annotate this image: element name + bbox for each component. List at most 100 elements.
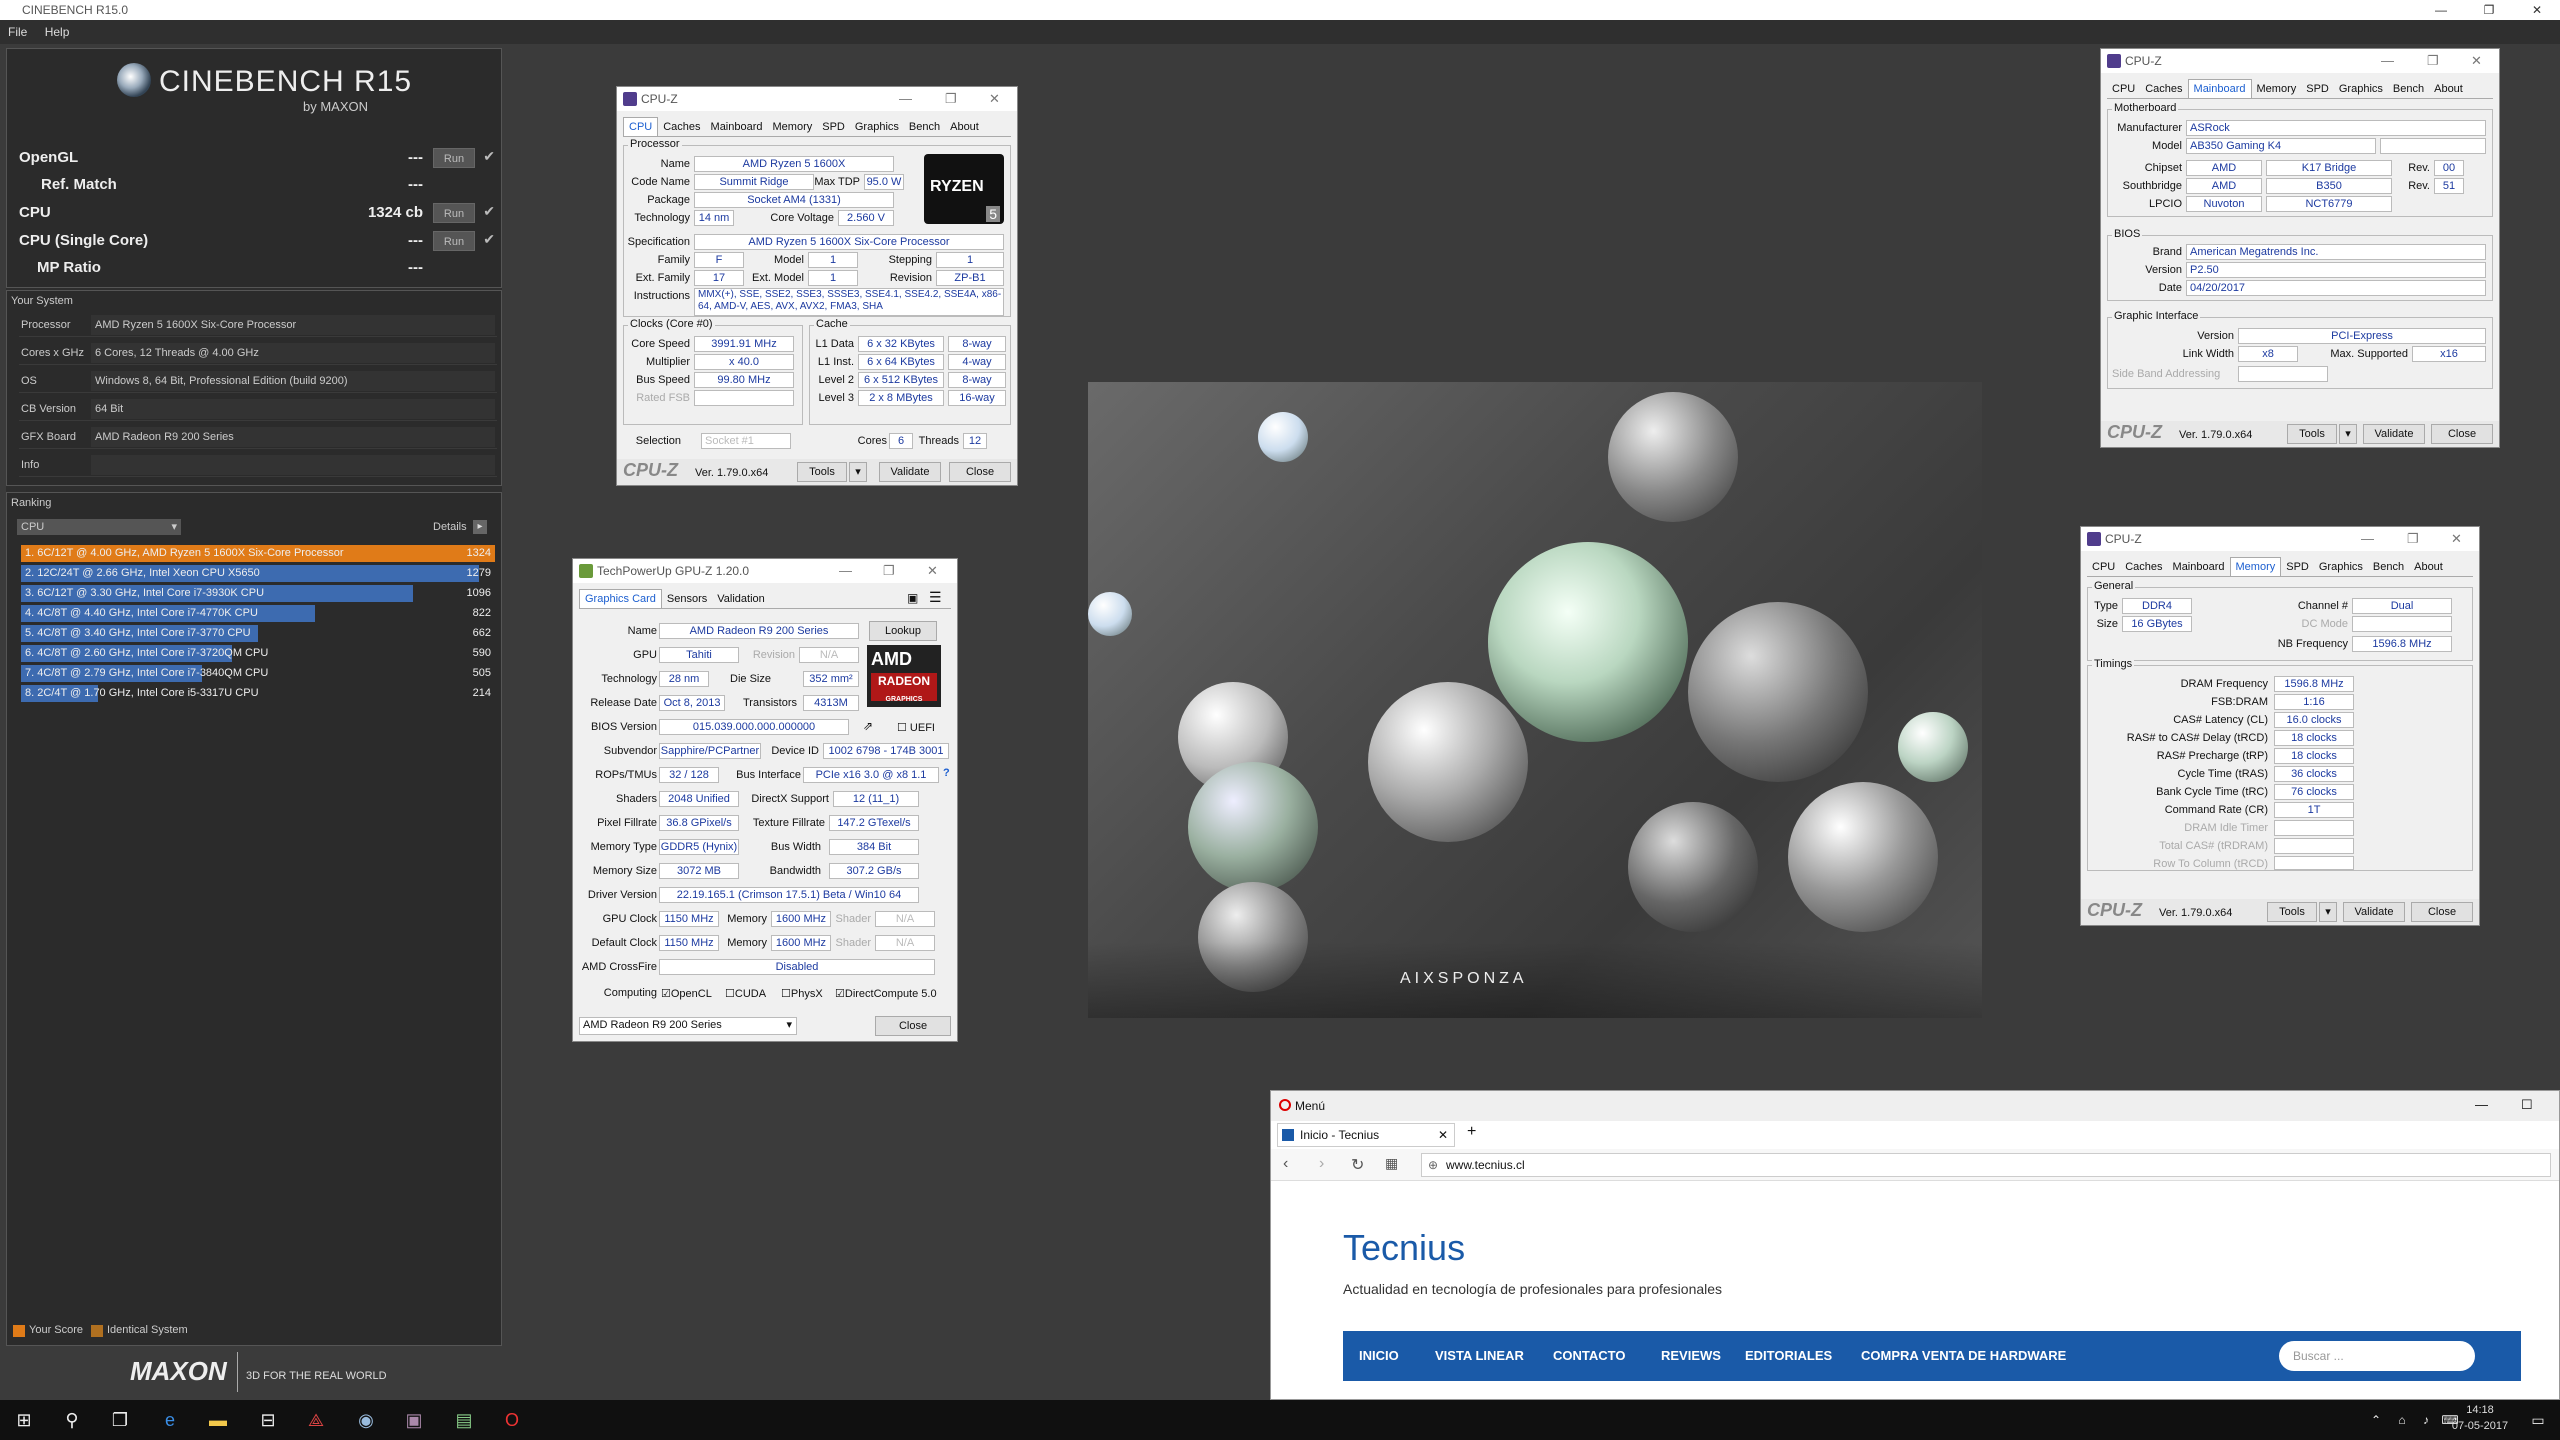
minimize-button[interactable]: — bbox=[2475, 1097, 2488, 1112]
nav-editoriales[interactable]: EDITORIALES bbox=[1745, 1348, 1832, 1363]
search-icon[interactable]: ⚲ bbox=[60, 1408, 84, 1432]
socket-select[interactable]: Socket #1 bbox=[701, 433, 791, 449]
task-view-icon[interactable]: ❐ bbox=[108, 1408, 132, 1432]
minimize-button[interactable]: — bbox=[839, 559, 852, 583]
opencl-checkbox[interactable]: ☑OpenCL bbox=[661, 987, 712, 1000]
tab-bench[interactable]: Bench bbox=[2388, 80, 2429, 98]
back-icon[interactable]: ‹ bbox=[1283, 1155, 1288, 1173]
tab-cpu[interactable]: CPU bbox=[2087, 558, 2120, 576]
tab-cpu[interactable]: CPU bbox=[2107, 80, 2140, 98]
ranking-item[interactable]: 8. 2C/4T @ 1.70 GHz, Intel Core i5-3317U… bbox=[21, 685, 495, 702]
tab-graphics[interactable]: Graphics bbox=[850, 118, 904, 136]
directcompute-checkbox[interactable]: ☑DirectCompute 5.0 bbox=[835, 987, 937, 1000]
camera-icon[interactable]: ▣ bbox=[907, 591, 918, 605]
close-button[interactable]: Close bbox=[2411, 902, 2473, 922]
close-button[interactable]: Close bbox=[2431, 424, 2493, 444]
maximize-button[interactable]: ☐ bbox=[2521, 1097, 2533, 1113]
opera-icon[interactable] bbox=[1279, 1099, 1291, 1111]
tab-mainboard[interactable]: Mainboard bbox=[2168, 558, 2230, 576]
forward-icon[interactable]: › bbox=[1319, 1155, 1324, 1173]
tray-chevron-icon[interactable]: ⌃ bbox=[2364, 1408, 2388, 1432]
ranking-select[interactable]: CPU ▾ bbox=[17, 519, 181, 535]
ranking-item[interactable]: 5. 4C/8T @ 3.40 GHz, Intel Core i7-3770 … bbox=[21, 625, 495, 642]
tab-cpu[interactable]: CPU bbox=[623, 117, 659, 136]
close-button[interactable]: Close bbox=[949, 462, 1011, 482]
tab-graphics[interactable]: Graphics bbox=[2334, 80, 2388, 98]
reload-icon[interactable]: ↻ bbox=[1351, 1155, 1364, 1175]
browser-menu[interactable]: Menú bbox=[1295, 1099, 1325, 1113]
close-tab-icon[interactable]: ✕ bbox=[1438, 1124, 1448, 1146]
close-icon[interactable]: ✕ bbox=[989, 87, 1000, 111]
lookup-button[interactable]: Lookup bbox=[869, 621, 937, 641]
opera-taskbar-icon[interactable]: O bbox=[500, 1408, 524, 1432]
menu-help[interactable]: Help bbox=[45, 25, 70, 39]
run-cpu-button[interactable]: Run bbox=[433, 203, 475, 223]
run-cpu-single-button[interactable]: Run bbox=[433, 231, 475, 251]
tab-spd[interactable]: SPD bbox=[817, 118, 850, 136]
uefi-checkbox[interactable]: ☐ UEFI bbox=[897, 721, 935, 734]
nav-compra-venta[interactable]: COMPRA VENTA DE HARDWARE bbox=[1861, 1348, 2066, 1363]
network-icon[interactable]: ⌂ bbox=[2390, 1408, 2414, 1432]
maximize-button[interactable]: ❐ bbox=[2427, 49, 2439, 73]
nav-vista-linear[interactable]: VISTA LINEAR bbox=[1435, 1348, 1524, 1363]
tab-spd[interactable]: SPD bbox=[2281, 558, 2314, 576]
tab-mainboard[interactable]: Mainboard bbox=[706, 118, 768, 136]
tab-graphics[interactable]: Graphics bbox=[2314, 558, 2368, 576]
site-title[interactable]: Tecnius bbox=[1343, 1227, 1465, 1269]
tab-bench[interactable]: Bench bbox=[2368, 558, 2409, 576]
ranking-item[interactable]: 1. 6C/12T @ 4.00 GHz, AMD Ryzen 5 1600X … bbox=[21, 545, 495, 562]
ranking-item[interactable]: 6. 4C/8T @ 2.60 GHz, Intel Core i7-3720Q… bbox=[21, 645, 495, 662]
nav-inicio[interactable]: INICIO bbox=[1359, 1348, 1399, 1363]
site-search-input[interactable]: Buscar ... bbox=[2279, 1341, 2475, 1371]
gpuz-taskbar-icon[interactable]: ▤ bbox=[452, 1408, 476, 1432]
clock-date[interactable]: 07-05-2017 bbox=[2440, 1420, 2520, 1432]
menu-icon[interactable]: ☰ bbox=[929, 589, 942, 606]
tools-button[interactable]: Tools bbox=[2287, 424, 2337, 444]
tools-button[interactable]: Tools bbox=[797, 462, 847, 482]
run-opengl-button[interactable]: Run bbox=[433, 148, 475, 168]
ranking-item[interactable]: 2. 12C/24T @ 2.66 GHz, Intel Xeon CPU X5… bbox=[21, 565, 495, 582]
cpu-single-checkbox[interactable]: ✔ bbox=[483, 231, 495, 248]
minimize-button[interactable]: — bbox=[899, 87, 912, 111]
cpu-checkbox[interactable]: ✔ bbox=[483, 203, 495, 220]
file-explorer-icon[interactable]: ▬ bbox=[206, 1408, 230, 1432]
maximize-button[interactable]: ❐ bbox=[883, 559, 895, 583]
close-button[interactable]: ✕ bbox=[2518, 0, 2556, 20]
nav-contacto[interactable]: CONTACTO bbox=[1553, 1348, 1625, 1363]
maximize-button[interactable]: ❐ bbox=[2470, 0, 2508, 20]
minimize-button[interactable]: — bbox=[2422, 0, 2460, 20]
tab-about[interactable]: About bbox=[2429, 80, 2468, 98]
validate-button[interactable]: Validate bbox=[2343, 902, 2405, 922]
help-icon[interactable]: ? bbox=[943, 767, 950, 779]
nav-reviews[interactable]: REVIEWS bbox=[1661, 1348, 1721, 1363]
browser-tab[interactable]: Inicio - Tecnius ✕ bbox=[1277, 1123, 1455, 1147]
tab-mainboard[interactable]: Mainboard bbox=[2187, 79, 2252, 98]
close-icon[interactable]: ✕ bbox=[2471, 49, 2482, 73]
tools-button[interactable]: Tools bbox=[2267, 902, 2317, 922]
tab-about[interactable]: About bbox=[945, 118, 984, 136]
tab-about[interactable]: About bbox=[2409, 558, 2448, 576]
cinebench-taskbar-icon[interactable]: ◉ bbox=[354, 1408, 378, 1432]
new-tab-button[interactable]: + bbox=[1467, 1123, 1476, 1141]
gpu-select[interactable]: AMD Radeon R9 200 Series ▾ bbox=[579, 1017, 797, 1035]
tab-memory[interactable]: Memory bbox=[2229, 557, 2282, 576]
minimize-button[interactable]: — bbox=[2361, 527, 2374, 551]
close-icon[interactable]: ✕ bbox=[927, 559, 938, 583]
tools-dropdown-icon[interactable]: ▾ bbox=[2339, 424, 2357, 444]
validate-button[interactable]: Validate bbox=[2363, 424, 2425, 444]
ranking-item[interactable]: 7. 4C/8T @ 2.79 GHz, Intel Core i7-3840Q… bbox=[21, 665, 495, 682]
share-icon[interactable]: ⇗ bbox=[863, 719, 873, 733]
amd-icon[interactable]: ⟁ bbox=[304, 1408, 328, 1432]
tab-caches[interactable]: Caches bbox=[2120, 558, 2167, 576]
ranking-item[interactable]: 4. 4C/8T @ 4.40 GHz, Intel Core i7-4770K… bbox=[21, 605, 495, 622]
ranking-item[interactable]: 3. 6C/12T @ 3.30 GHz, Intel Core i7-3930… bbox=[21, 585, 495, 602]
edge-icon[interactable]: e bbox=[158, 1408, 182, 1432]
tab-memory[interactable]: Memory bbox=[2252, 80, 2302, 98]
tab-validation[interactable]: Validation bbox=[712, 590, 770, 608]
info-field[interactable] bbox=[91, 455, 495, 475]
volume-icon[interactable]: ♪ bbox=[2414, 1408, 2438, 1432]
cuda-checkbox[interactable]: ☐CUDA bbox=[725, 987, 766, 1000]
speed-dial-icon[interactable]: ▦ bbox=[1385, 1155, 1398, 1172]
notifications-icon[interactable]: ▭ bbox=[2526, 1408, 2550, 1432]
details-arrow-icon[interactable]: ▸ bbox=[473, 520, 487, 534]
